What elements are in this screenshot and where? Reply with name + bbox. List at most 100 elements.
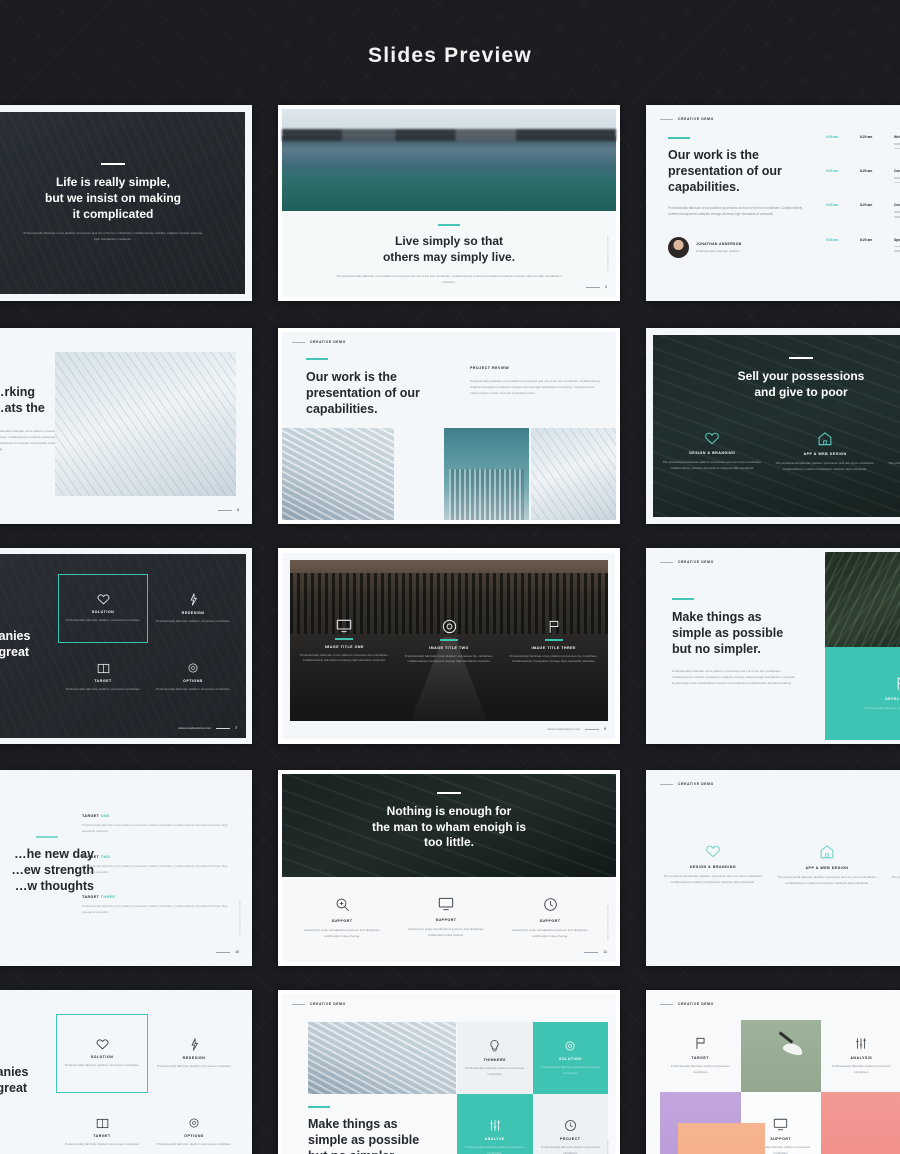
column-item[interactable]: IMAGE TITLE ONE Professionally fabricate… bbox=[297, 619, 392, 665]
flag-icon bbox=[547, 619, 561, 634]
page-title: Slides Preview bbox=[368, 44, 532, 67]
slide-2-body: The professionally fabricate cross platf… bbox=[336, 273, 562, 284]
tile-thinkers[interactable]: THINKERS Professionally fabricate platfo… bbox=[457, 1022, 533, 1094]
slide-thumbnail-15[interactable]: CREATIVE DEMO TARGET Professionally fabr… bbox=[646, 990, 900, 1154]
bulb-icon bbox=[489, 1039, 500, 1053]
gear-icon bbox=[188, 1117, 200, 1129]
analyze-icon bbox=[855, 1037, 867, 1050]
feature-tile-options[interactable]: OPTIONS Professionally fabricate platfor… bbox=[148, 643, 238, 712]
brand-label: CREATIVE DEMO bbox=[660, 1002, 714, 1006]
slide-thumbnail-12[interactable]: CREATIVE DEMO DESIGN & BRANDING The prof… bbox=[646, 770, 900, 966]
support-text: Seamlessly scale standardized systems an… bbox=[512, 928, 588, 938]
targets-list: TARGET ONE Professionally fabricate cros… bbox=[82, 814, 228, 916]
slide-thumbnail-14[interactable]: CREATIVE DEMO Make things as simple as po… bbox=[278, 990, 620, 1154]
target-item[interactable]: TARGET THREE Professionally fabricate cr… bbox=[82, 895, 228, 916]
clock-icon bbox=[543, 897, 558, 912]
tile-text: Professionally fabricate platform proces… bbox=[64, 1063, 140, 1068]
service-item[interactable]: APP & WEB DESIGN The professional fabric… bbox=[774, 431, 877, 472]
service-text: The professional fabricate platform proc… bbox=[662, 460, 762, 470]
target-item[interactable]: TARGET ONE Professionally fabricate cros… bbox=[82, 814, 228, 835]
architecture-photo bbox=[55, 352, 236, 496]
slide-8-pager: www.creativedemo.com 9 bbox=[547, 727, 606, 731]
slide-10-sidetext: www.creativedemo.com bbox=[238, 900, 241, 936]
slide-thumbnail-7[interactable]: …anies…great SOLUTION Professionally fab… bbox=[0, 548, 252, 744]
tile-project[interactable]: PROJECT Professionally fabricate platfor… bbox=[532, 1094, 608, 1154]
tile-text: Professionally fabricate platform proces… bbox=[65, 686, 141, 691]
slide-thumbnail-13[interactable]: …anies…great SOLUTION Professionally fab… bbox=[0, 990, 252, 1154]
slide-15-canvas: CREATIVE DEMO TARGET Professionally fabr… bbox=[650, 994, 900, 1154]
slide-1-title: Life is really simple, but we insist on m… bbox=[44, 175, 181, 221]
slide-thumbnail-3[interactable]: CREATIVE DEMO Our work is the presentatio… bbox=[646, 105, 900, 301]
slide-3-canvas: CREATIVE DEMO Our work is the presentatio… bbox=[650, 109, 900, 297]
book-icon bbox=[97, 663, 110, 674]
slide-thumbnail-9[interactable]: CREATIVE DEMO Make things as simple as po… bbox=[646, 548, 900, 744]
photo-one bbox=[282, 428, 394, 520]
title-rule bbox=[672, 598, 694, 600]
support-label: SUPPORT bbox=[435, 918, 457, 922]
slide-5-body: Professionally fabricate cross platform … bbox=[470, 379, 601, 396]
support-item[interactable]: SUPPORT Seamlessly scale standardized sy… bbox=[400, 897, 492, 939]
title-rule bbox=[437, 792, 461, 794]
mosaic-tile-analysis[interactable]: ANALYSIS Professionally fabricate platfo… bbox=[821, 1020, 900, 1092]
pink-photo bbox=[821, 1092, 900, 1154]
slide-thumbnail-11[interactable]: Nothing is enough for the man to wham eno… bbox=[278, 770, 620, 966]
feature-tile-solution[interactable]: SOLUTION Professionally fabricate platfo… bbox=[56, 1014, 148, 1093]
feature-tile-options[interactable]: OPTIONS Professionally fabricate platfor… bbox=[148, 1093, 240, 1154]
tile-label: DEVELOPMENT bbox=[885, 696, 900, 701]
feature-tile-solution[interactable]: SOLUTION Professionally fabricate platfo… bbox=[58, 574, 148, 643]
service-text: The professional fabricate platform proc… bbox=[891, 875, 900, 879]
slide-thumbnail-4[interactable]: …rking…ats the Professionally fabricate … bbox=[0, 328, 252, 524]
column-item[interactable]: IMAGE TITLE THREE Professionally fabrica… bbox=[506, 619, 601, 665]
slide-10-pager: 10 bbox=[216, 950, 239, 954]
title-rule bbox=[101, 163, 125, 166]
brand-label: CREATIVE DEMO bbox=[660, 117, 714, 121]
slide-2-sidetext: www.creativedemo.com bbox=[606, 235, 609, 271]
service-item[interactable]: DEVELOPMENT The professional fabricate p… bbox=[886, 431, 900, 472]
slide-11-sidetext: www.creativedemo.com bbox=[606, 904, 609, 940]
service-item[interactable]: DEVELOPMENT The professional fabricate p… bbox=[890, 844, 900, 886]
slide-thumbnail-5[interactable]: CREATIVE DEMO Our work is the presentatio… bbox=[278, 328, 620, 524]
heart-icon bbox=[96, 1038, 109, 1050]
tile-label: OPTIONS bbox=[184, 1134, 204, 1139]
slide-7-pager: www.creativedemo.com 7 bbox=[178, 726, 237, 730]
schedule-row: 9:00 am 8:20 am Welcome bbox=[826, 135, 900, 152]
column-item[interactable]: IMAGE TITLE TWO Professionally fabricate… bbox=[402, 619, 497, 665]
slide-thumbnail-6[interactable]: Sell your possessions and give to poor DE… bbox=[646, 328, 900, 524]
title-rule bbox=[308, 1106, 330, 1108]
tile-analyze[interactable]: ANALYZE Professionally fabricate platfor… bbox=[457, 1094, 533, 1154]
target-text: Professionally fabricate cross platform … bbox=[82, 863, 228, 874]
title-rule bbox=[306, 358, 328, 360]
feature-tile-target[interactable]: TARGET Professionally fabricate platform… bbox=[58, 643, 148, 712]
tiles-grid: THINKERS Professionally fabricate platfo… bbox=[457, 1022, 608, 1154]
mosaic-tile-target[interactable]: TARGET Professionally fabricate platform… bbox=[660, 1020, 741, 1092]
feature-tile-redesign[interactable]: REDESIGN Professionally fabricate platfo… bbox=[148, 1014, 240, 1093]
monitor-icon bbox=[336, 619, 352, 633]
home-icon bbox=[776, 844, 878, 859]
feature-tile-redesign[interactable]: REDESIGN Professionally fabricate platfo… bbox=[148, 574, 238, 643]
slide-6-title: Sell your possessions and give to poor bbox=[737, 369, 865, 399]
development-tile[interactable]: DEVELOPMENT Professionally fabricate pla… bbox=[825, 647, 900, 740]
slide-thumbnail-8[interactable]: IMAGE TITLE ONE Professionally fabricate… bbox=[278, 548, 620, 744]
target-text: Professionally fabricate cross platform … bbox=[82, 904, 228, 915]
accent-rule bbox=[440, 639, 458, 641]
slide-thumbnail-10[interactable]: …he new day …ew strength …w thoughts TARGE… bbox=[0, 770, 252, 966]
feature-tile-target[interactable]: TARGET Professionally fabricate platform… bbox=[56, 1093, 148, 1154]
slide-14-title: Make things assimple as possiblebut no s… bbox=[308, 1117, 420, 1154]
slide-13-canvas: …anies…great SOLUTION Professionally fab… bbox=[0, 994, 248, 1154]
slide-thumbnail-2[interactable]: Live simply so that others may simply liv… bbox=[278, 105, 620, 301]
service-label: DEVELOPMENT bbox=[886, 452, 900, 456]
tile-solution[interactable]: SOLUTION Professionally fabricate platfo… bbox=[532, 1022, 608, 1094]
photo-two bbox=[443, 428, 530, 520]
service-item[interactable]: APP & WEB DESIGN The professional fabric… bbox=[776, 844, 878, 886]
flag-icon bbox=[890, 844, 900, 859]
support-item[interactable]: SUPPORT Seamlessly scale standardized sy… bbox=[504, 897, 596, 939]
slide-7-title: …anies…great bbox=[0, 629, 31, 659]
slide-11-canvas: Nothing is enough for the man to wham eno… bbox=[282, 774, 616, 962]
slide-thumbnail-1[interactable]: Life is really simple, but we insist on m… bbox=[0, 105, 252, 301]
bolt-icon bbox=[189, 593, 198, 606]
target-item[interactable]: TARGET TWO Professionally fabricate cros… bbox=[82, 855, 228, 876]
support-item[interactable]: SUPPORT Seamlessly scale standardized sy… bbox=[296, 897, 388, 939]
support-row: SUPPORT Seamlessly scale standardized sy… bbox=[296, 897, 596, 939]
service-item[interactable]: DESIGN & BRANDING The professional fabri… bbox=[662, 844, 764, 886]
service-item[interactable]: DESIGN & BRANDING The professional fabri… bbox=[661, 431, 764, 472]
